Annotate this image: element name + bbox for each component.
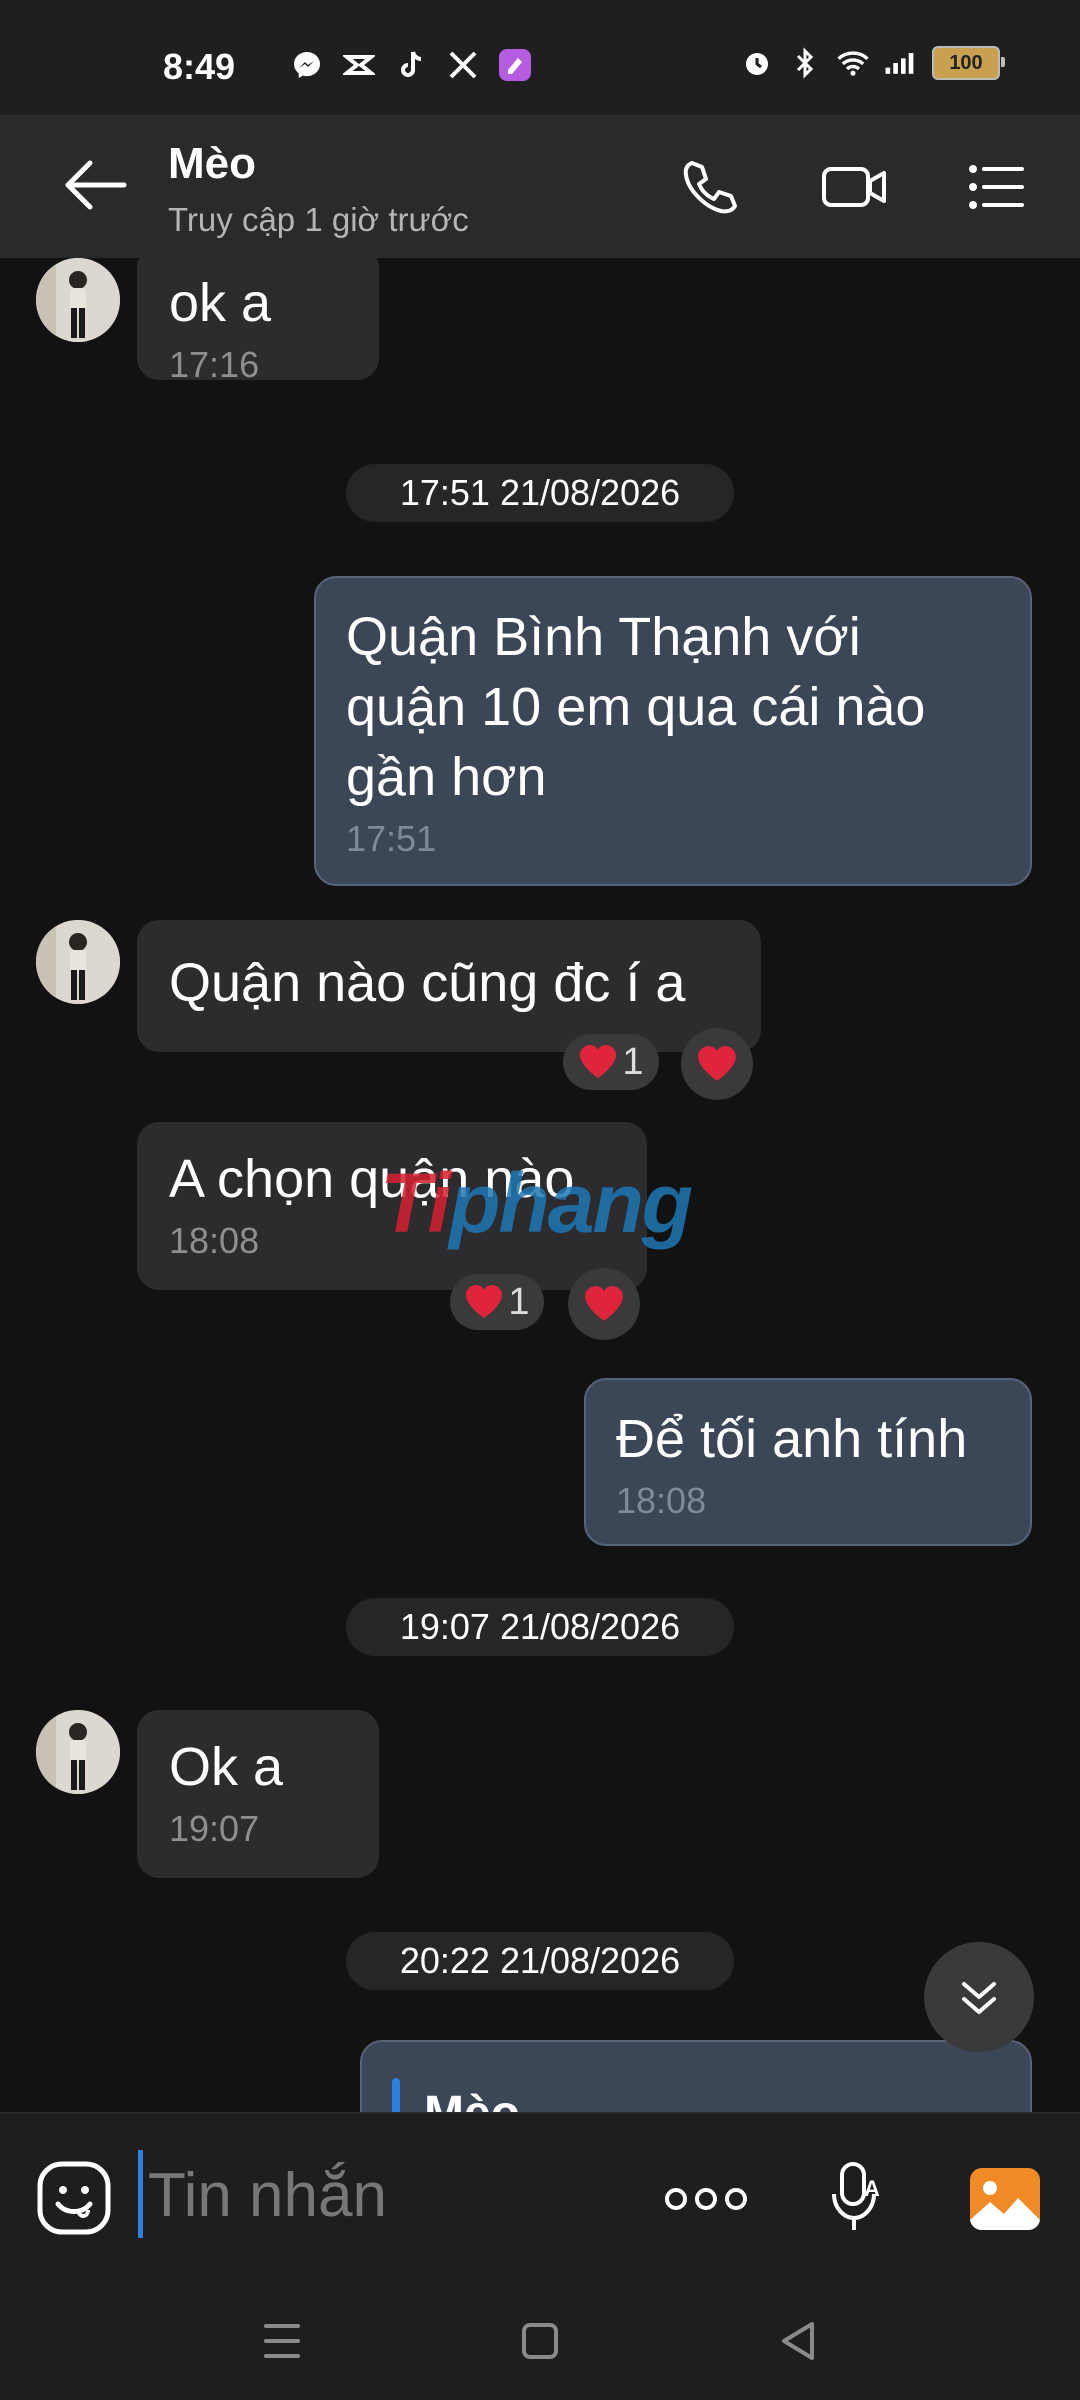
- heart-icon: [698, 1046, 736, 1081]
- message-text: Ok a: [169, 1737, 284, 1797]
- date-separator: 17:51 21/08/2026: [346, 464, 734, 522]
- heart-icon: [580, 1045, 617, 1078]
- message-bubble-outgoing[interactable]: Quận Bình Thạnh với quận 10 em qua cái n…: [314, 576, 1032, 886]
- avatar[interactable]: [36, 258, 120, 342]
- watermark-logo: Tiphang: [380, 1155, 693, 1252]
- scroll-to-bottom-button[interactable]: [924, 1942, 1034, 2052]
- x-icon: [446, 48, 480, 82]
- menu-lines-icon: [264, 2324, 300, 2358]
- heart-icon: [585, 1286, 623, 1321]
- message-text: Để tối anh tính: [616, 1409, 968, 1469]
- video-call-button[interactable]: [820, 157, 890, 217]
- back-button[interactable]: [58, 155, 138, 215]
- last-seen-status: Truy cập 1 giờ trước: [168, 201, 469, 238]
- status-bar: 8:49 100: [0, 0, 1080, 115]
- person-photo: [36, 920, 120, 1004]
- list-icon: [969, 165, 1024, 209]
- heart-icon: [466, 1285, 503, 1318]
- contact-name[interactable]: Mèo: [168, 139, 256, 189]
- more-options-button[interactable]: [664, 2174, 748, 2224]
- chat-header: Mèo Truy cập 1 giờ trước: [0, 115, 1080, 258]
- alarm-icon: [740, 46, 774, 80]
- avatar[interactable]: [36, 920, 120, 1004]
- message-text: Quận nào cũng đc í a: [169, 953, 686, 1013]
- voice-message-button[interactable]: A: [826, 2158, 886, 2238]
- react-button[interactable]: [568, 1268, 640, 1340]
- message-time: 17:51: [346, 818, 437, 859]
- notification-icons: [290, 48, 532, 82]
- messenger-icon: [290, 48, 324, 82]
- triangle-back-icon: [782, 2322, 814, 2360]
- message-text: Quận Bình Thạnh với quận 10 em qua cái n…: [346, 607, 926, 807]
- system-icons: 100: [740, 46, 1005, 80]
- reaction-count: 1: [622, 1040, 644, 1083]
- voice-call-button[interactable]: [678, 157, 738, 217]
- message-input[interactable]: [146, 2144, 630, 2246]
- reaction-summary[interactable]: 1: [563, 1034, 659, 1090]
- app-icon: [498, 48, 532, 82]
- chat-menu-button[interactable]: [966, 157, 1026, 217]
- date-separator: 19:07 21/08/2026: [346, 1598, 734, 1656]
- message-bubble-incoming[interactable]: Quận nào cũng đc í a: [137, 920, 761, 1052]
- sticker-button[interactable]: [36, 2160, 112, 2236]
- clock: 8:49: [163, 46, 236, 87]
- back-nav-button[interactable]: [768, 2316, 828, 2366]
- message-bubble-outgoing[interactable]: Để tối anh tính 18:08: [584, 1378, 1032, 1546]
- message-bubble-incoming[interactable]: Ok a 19:07: [137, 1710, 379, 1878]
- phone-icon: [683, 161, 737, 214]
- recents-button[interactable]: [252, 2316, 312, 2366]
- arrow-left-icon: [65, 160, 127, 210]
- video-camera-icon: [822, 167, 886, 207]
- wifi-icon: [836, 46, 870, 80]
- text-caret: [138, 2150, 143, 2238]
- message-composer: A: [0, 2112, 1080, 2282]
- message-time: 17:16: [169, 344, 260, 385]
- message-time: 18:08: [616, 1480, 707, 1521]
- home-button[interactable]: [510, 2316, 570, 2366]
- signal-icon: [884, 46, 918, 80]
- battery-level: 100: [949, 51, 983, 74]
- reaction-count: 1: [508, 1280, 530, 1323]
- message-time: 19:07: [169, 1808, 260, 1849]
- person-photo: [36, 1710, 120, 1794]
- svg-text:A: A: [864, 2176, 880, 2201]
- watermark-part2: phang: [449, 1156, 693, 1250]
- emoji-icon: [37, 2161, 111, 2235]
- date-separator: 20:22 21/08/2026: [346, 1932, 734, 1990]
- system-navigation-bar: [0, 2280, 1080, 2400]
- more-dots-icon: [665, 2188, 747, 2210]
- battery-icon: 100: [932, 46, 1005, 80]
- image-icon: [970, 2168, 1040, 2231]
- message-bubble-incoming[interactable]: ok a 17:16: [137, 258, 379, 385]
- watermark-part1: Ti: [380, 1156, 451, 1250]
- microphone-icon: A: [832, 2162, 880, 2230]
- reaction-summary[interactable]: 1: [450, 1274, 544, 1330]
- person-photo: [36, 258, 120, 342]
- capcut-icon: [342, 48, 376, 82]
- square-icon: [522, 2323, 558, 2359]
- double-chevron-down-icon: [962, 1982, 996, 2014]
- bluetooth-icon: [788, 46, 822, 80]
- gallery-button[interactable]: [968, 2166, 1042, 2232]
- react-button[interactable]: [681, 1028, 753, 1100]
- message-text: ok a: [169, 273, 272, 333]
- avatar[interactable]: [36, 1710, 120, 1794]
- tiktok-icon: [394, 48, 428, 82]
